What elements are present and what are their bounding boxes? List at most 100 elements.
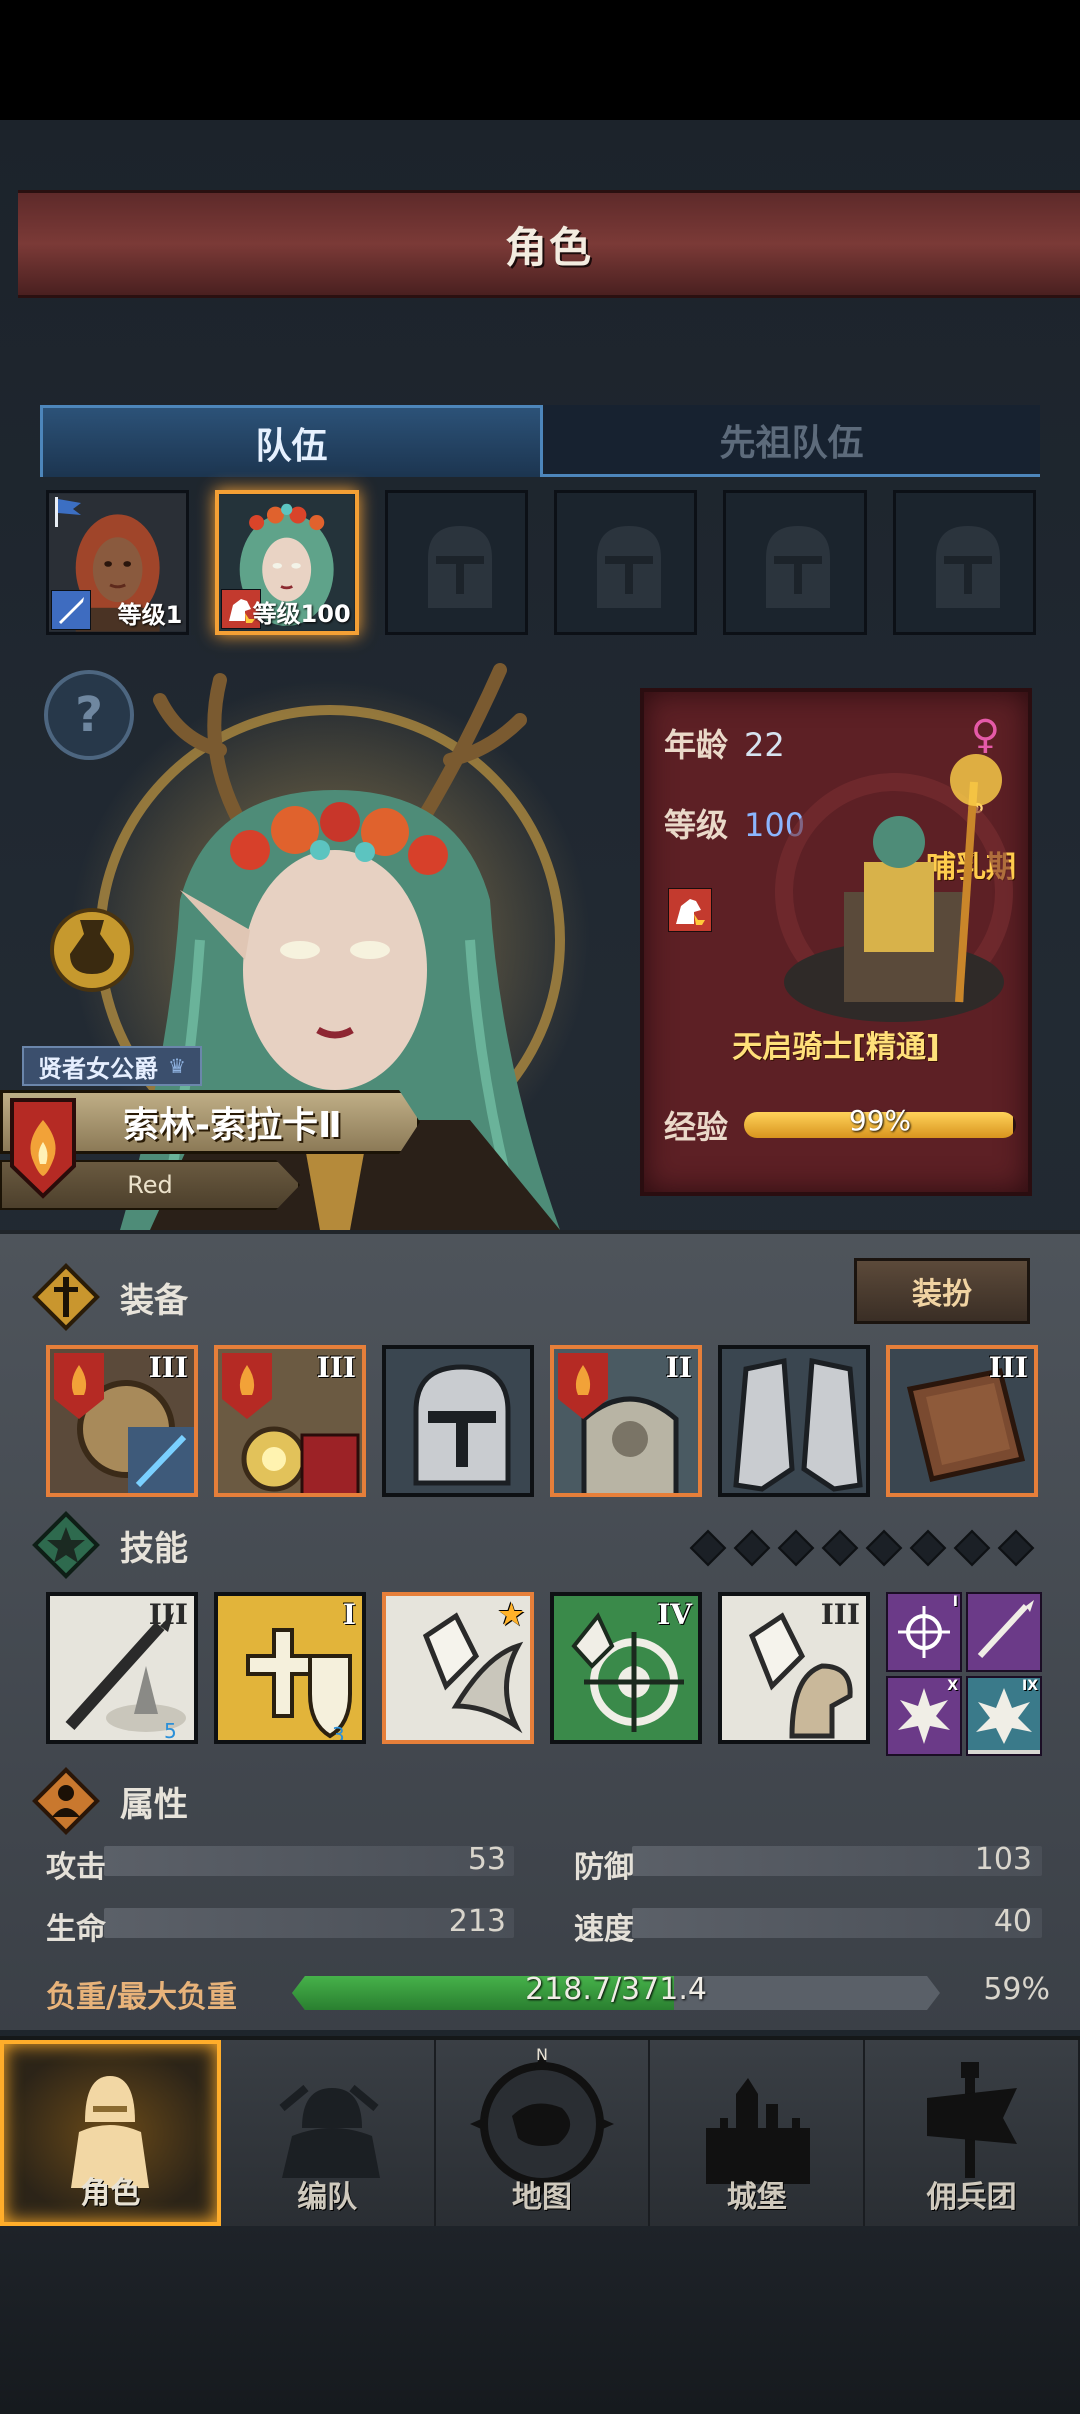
- nav-castle[interactable]: 城堡: [650, 2040, 866, 2226]
- star-section-icon: [32, 1511, 100, 1579]
- tab-team[interactable]: 队伍: [40, 405, 543, 477]
- equip-slot-tome[interactable]: III: [214, 1345, 366, 1497]
- passive-sun-target[interactable]: I: [886, 1592, 962, 1672]
- flag-icon: [55, 497, 81, 527]
- passive-shatter[interactable]: IX: [966, 1676, 1042, 1756]
- potion-icon[interactable]: [44, 900, 140, 996]
- hero-name: 索林-索拉卡Ⅱ: [123, 1105, 342, 1146]
- star-badge-icon: ★: [498, 1598, 524, 1631]
- class-sword-icon: [51, 590, 91, 630]
- status-bar-area: [0, 0, 1080, 120]
- fire-crest-icon: [10, 1098, 76, 1199]
- passive-javelin[interactable]: [966, 1592, 1042, 1672]
- nav-character[interactable]: 角色: [0, 2040, 221, 2226]
- nav-label: 地图: [511, 2180, 572, 2215]
- skill-slot-2[interactable]: 3 I: [214, 1592, 366, 1744]
- mercenary-banner-icon: [926, 2062, 1017, 2178]
- skill-point-slot: [953, 1529, 991, 1567]
- skill-point-slot: [865, 1529, 903, 1567]
- load-percent: 59%: [983, 1972, 1050, 2007]
- house-name: Red: [127, 1171, 173, 1199]
- passive-burst[interactable]: X: [886, 1676, 962, 1756]
- skill-point-slot: [909, 1529, 947, 1567]
- noble-title-tag: 贤者女公爵 ♛: [22, 1046, 202, 1086]
- skills-row: 5 III 3 I ★ IV III I X IX: [46, 1592, 1042, 1756]
- tier-label: IX: [1021, 1678, 1038, 1694]
- tier-label: III: [316, 1351, 356, 1384]
- attributes-title: 属性: [120, 1784, 188, 1825]
- tier-label: III: [148, 1598, 188, 1631]
- empty-helmet-icon: [597, 526, 661, 608]
- tier-label: IV: [657, 1598, 692, 1631]
- equip-slot-armor[interactable]: II: [550, 1345, 702, 1497]
- class-name: 天启骑士[精通]: [732, 1030, 940, 1065]
- skill-slots-indicator: [689, 1529, 1035, 1567]
- nav-label: 编队: [297, 2180, 358, 2215]
- defense-value: 103: [974, 1842, 1032, 1877]
- empty-helmet-icon: [935, 526, 1000, 608]
- sun-target-icon: [898, 1606, 950, 1658]
- roster-level: 等级1: [117, 601, 183, 629]
- javelin-icon: [977, 1600, 1034, 1659]
- tier-label: II: [665, 1351, 692, 1384]
- nav-formation[interactable]: 编队: [221, 2040, 436, 2226]
- helmet-icon: [386, 1349, 530, 1493]
- tier-label: I: [952, 1594, 958, 1610]
- nav-label: 佣兵团: [926, 2180, 1017, 2215]
- skill-slot-3[interactable]: ★: [382, 1592, 534, 1744]
- roster-slot-1[interactable]: 等级1: [46, 490, 190, 635]
- roster-slot-empty[interactable]: [892, 490, 1036, 635]
- load-label: 负重/最大负重: [46, 1980, 237, 2015]
- skill-slot-4[interactable]: IV: [550, 1592, 702, 1744]
- bottom-nav: 角色 编队 N 地图 城堡 佣兵团: [0, 2036, 1080, 2226]
- equip-slot-helmet[interactable]: [382, 1345, 534, 1497]
- nav-label: 城堡: [726, 2180, 787, 2215]
- equip-slot-greaves[interactable]: [718, 1345, 870, 1497]
- level-label: 等级: [664, 806, 729, 844]
- nav-mercenary[interactable]: 佣兵团: [865, 2040, 1080, 2226]
- roster: 等级1 等级100: [46, 490, 1036, 635]
- skill-slot-1[interactable]: 5 III: [46, 1592, 198, 1744]
- help-button[interactable]: ?: [44, 670, 134, 760]
- skill-point-slot: [733, 1529, 771, 1567]
- roster-slot-empty[interactable]: [723, 490, 867, 635]
- speed-label: 速度: [574, 1912, 634, 1947]
- page-title: 角色: [504, 222, 593, 272]
- skill-slot-5[interactable]: III: [718, 1592, 870, 1744]
- attributes-header: 属性: [30, 1766, 1050, 1836]
- skill-point-slot: [777, 1529, 815, 1567]
- tier-label: I: [342, 1598, 356, 1631]
- roster-slot-empty[interactable]: [554, 490, 698, 635]
- skill-badge: 5: [164, 1719, 177, 1743]
- roster-slot-empty[interactable]: [384, 490, 528, 635]
- mount-icon: [668, 888, 712, 932]
- skill-point-slot: [997, 1529, 1035, 1567]
- tier-label: III: [988, 1351, 1028, 1384]
- attack-value: 53: [467, 1842, 506, 1877]
- bottom-background: [0, 2226, 1080, 2414]
- noble-title: 贤者女公爵: [38, 1054, 158, 1083]
- roster-slot-2[interactable]: 等级100: [215, 490, 359, 635]
- defense-label: 防御: [574, 1850, 634, 1885]
- xp-label: 经验: [664, 1108, 729, 1146]
- skill-point-slot: [821, 1529, 859, 1567]
- equipment-title: 装备: [120, 1280, 188, 1321]
- sword-section-icon: [32, 1263, 100, 1331]
- nav-map[interactable]: N 地图: [436, 2040, 651, 2226]
- equip-slot-amulet[interactable]: III: [46, 1345, 198, 1497]
- person-section-icon: [32, 1767, 100, 1835]
- nav-label: 角色: [80, 2176, 141, 2211]
- page-title-bar: 角色: [18, 190, 1080, 298]
- team-tabs: 队伍 先祖队伍: [40, 405, 1040, 477]
- equipment-row: III III II III: [46, 1345, 1038, 1497]
- crown-icon: ♛: [168, 1054, 186, 1078]
- tab-ancestor-team[interactable]: 先祖队伍: [543, 405, 1040, 477]
- equip-slot-book[interactable]: III: [886, 1345, 1038, 1497]
- dress-up-button[interactable]: 装扮: [854, 1258, 1030, 1324]
- empty-helmet-icon: [427, 526, 492, 608]
- svg-text:N: N: [536, 2046, 548, 2064]
- skills-title: 技能: [120, 1528, 188, 1569]
- xp-percent: 99%: [848, 1104, 912, 1137]
- tier-label: X: [947, 1678, 958, 1694]
- tier-label: III: [148, 1351, 188, 1384]
